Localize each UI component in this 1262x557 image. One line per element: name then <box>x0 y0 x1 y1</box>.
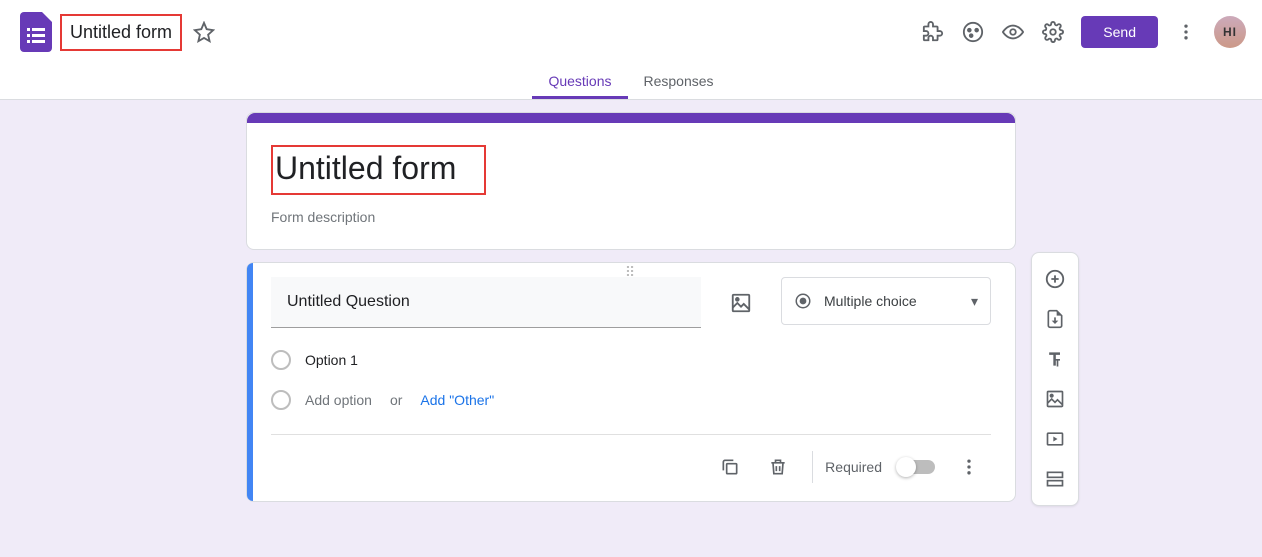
add-video-icon[interactable] <box>1037 421 1073 457</box>
question-type-dropdown[interactable]: Multiple choice ▾ <box>781 277 991 325</box>
add-question-icon[interactable] <box>1037 261 1073 297</box>
editor-tabs: Questions Responses <box>0 64 1262 100</box>
active-indicator <box>247 263 253 501</box>
question-type-label: Multiple choice <box>824 293 917 309</box>
app-header: Untitled form Send HI <box>0 0 1262 64</box>
required-label: Required <box>825 459 882 475</box>
caret-down-icon: ▾ <box>971 293 978 310</box>
add-option-button[interactable]: Add option <box>305 392 372 408</box>
form-description-input[interactable]: Form description <box>271 209 991 225</box>
document-title[interactable]: Untitled form <box>60 14 182 51</box>
add-image-icon[interactable] <box>717 279 765 327</box>
add-title-icon[interactable] <box>1037 341 1073 377</box>
settings-icon[interactable] <box>1033 12 1073 52</box>
add-image-icon[interactable] <box>1037 381 1073 417</box>
question-more-icon[interactable] <box>947 445 991 489</box>
option-label[interactable]: Option 1 <box>305 352 358 368</box>
send-button[interactable]: Send <box>1081 16 1158 48</box>
star-icon[interactable] <box>190 18 218 46</box>
form-title-input[interactable]: Untitled form <box>271 145 486 195</box>
theme-bar <box>247 113 1015 123</box>
account-avatar[interactable]: HI <box>1214 16 1246 48</box>
add-option-row: Add option or Add "Other" <box>271 390 991 410</box>
option-row[interactable]: Option 1 <box>271 350 991 370</box>
drag-handle-icon[interactable]: ⠿ <box>271 263 991 277</box>
addons-icon[interactable] <box>913 12 953 52</box>
radio-icon <box>794 292 812 310</box>
preview-icon[interactable] <box>993 12 1033 52</box>
add-other-button[interactable]: Add "Other" <box>420 392 494 408</box>
radio-empty-icon <box>271 390 291 410</box>
form-header-card[interactable]: Untitled form Form description <box>246 112 1016 250</box>
duplicate-icon[interactable] <box>708 445 752 489</box>
tab-responses[interactable]: Responses <box>628 64 730 99</box>
required-toggle[interactable] <box>898 460 935 474</box>
question-footer: Required <box>271 434 991 489</box>
radio-empty-icon <box>271 350 291 370</box>
tab-questions[interactable]: Questions <box>532 64 627 99</box>
form-canvas: Untitled form Form description ⠿ Multipl… <box>0 100 1262 557</box>
floating-toolbar <box>1031 252 1079 506</box>
theme-icon[interactable] <box>953 12 993 52</box>
or-separator: or <box>390 392 402 408</box>
divider <box>812 451 813 483</box>
question-card[interactable]: ⠿ Multiple choice ▾ Option 1 <box>246 262 1016 502</box>
add-section-icon[interactable] <box>1037 461 1073 497</box>
import-questions-icon[interactable] <box>1037 301 1073 337</box>
more-icon[interactable] <box>1166 12 1206 52</box>
delete-icon[interactable] <box>756 445 800 489</box>
question-title-input[interactable] <box>271 277 701 328</box>
forms-logo[interactable] <box>16 12 56 52</box>
